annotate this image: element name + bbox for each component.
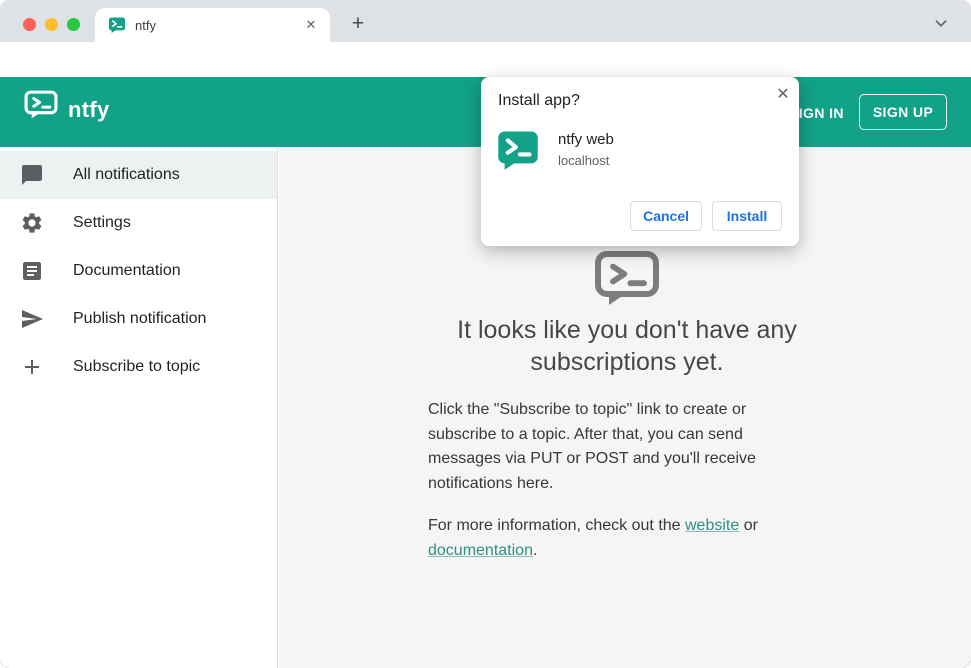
dialog-app-origin: localhost: [558, 153, 610, 168]
tab-title: ntfy: [135, 17, 156, 33]
dialog-close-icon[interactable]: ✕: [773, 85, 793, 105]
dialog-button-row: Cancel Install: [630, 201, 782, 231]
empty-state-body: Click the "Subscribe to topic" link to c…: [428, 398, 778, 563]
ntfy-empty-state-icon: [594, 250, 660, 308]
dialog-app-name: ntfy web: [558, 131, 614, 148]
sidebar-item-label: Publish notification: [73, 310, 207, 327]
sidebar-item-publish-notification[interactable]: Publish notification: [0, 295, 277, 343]
sidebar-item-subscribe-to-topic[interactable]: Subscribe to topic: [0, 343, 277, 391]
article-icon: [23, 262, 41, 280]
send-icon: [22, 310, 43, 328]
ntfy-favicon-icon: [108, 17, 126, 33]
sidebar-item-settings[interactable]: Settings: [0, 199, 277, 247]
empty-state-heading: It looks like you don't have any subscri…: [457, 316, 797, 376]
paragraph-text: .: [532, 541, 538, 559]
window-close-button[interactable]: [23, 18, 36, 31]
window-minimize-button[interactable]: [45, 18, 58, 31]
sidebar-item-documentation[interactable]: Documentation: [0, 247, 277, 295]
sign-up-button[interactable]: SIGN UP: [859, 94, 947, 130]
tab-search-chevron-icon[interactable]: [930, 12, 952, 34]
tab-strip: ntfy ✕ +: [0, 0, 971, 42]
documentation-link[interactable]: documentation: [428, 542, 533, 559]
gear-icon: [22, 213, 42, 233]
sidebar-item-label: All notifications: [73, 166, 180, 183]
sidebar: All notifications Settings Documentation…: [0, 147, 278, 668]
sidebar-item-all-notifications[interactable]: All notifications: [0, 151, 277, 199]
tab-close-icon[interactable]: ✕: [302, 16, 320, 34]
dialog-title: Install app?: [498, 92, 580, 109]
new-tab-button[interactable]: +: [344, 11, 372, 39]
empty-state-paragraph: Click the "Subscribe to topic" link to c…: [428, 401, 756, 492]
sidebar-item-label: Settings: [73, 214, 131, 231]
plus-icon: [25, 360, 39, 374]
install-button[interactable]: Install: [712, 201, 782, 231]
browser-tab[interactable]: ntfy ✕: [95, 8, 330, 42]
brand-name: ntfy: [68, 97, 110, 122]
paragraph-text: For more information, check out the: [428, 517, 685, 534]
chat-icon: [22, 165, 42, 185]
ntfy-logo-icon: [24, 90, 58, 120]
cancel-button[interactable]: Cancel: [630, 201, 702, 231]
ntfy-app-icon: [497, 130, 539, 170]
install-app-dialog: Install app? ✕ ntfy web localhost Cancel…: [481, 77, 799, 246]
sidebar-item-label: Subscribe to topic: [73, 358, 201, 375]
sidebar-item-label: Documentation: [73, 262, 181, 279]
website-link[interactable]: website: [685, 517, 739, 534]
browser-window: ntfy ✕ + localhost: [0, 0, 971, 668]
window-maximize-button[interactable]: [67, 18, 80, 31]
browser-toolbar: localhost: [0, 42, 971, 119]
paragraph-text: or: [739, 517, 758, 534]
empty-state-paragraph: For more information, check out the webs…: [428, 514, 778, 563]
